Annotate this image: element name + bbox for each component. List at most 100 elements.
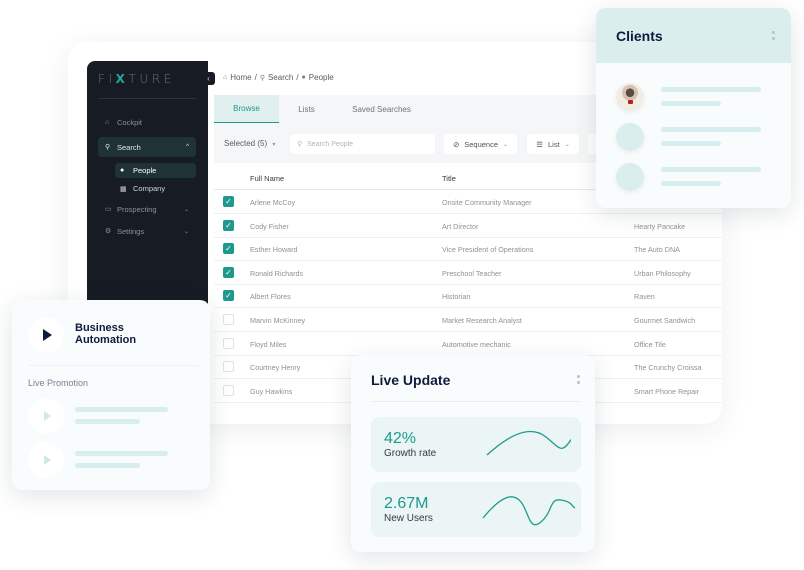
sequence-button[interactable]: ⊘ Sequence ⌄ [444, 134, 517, 154]
business-automation-title: Business Automation [75, 322, 137, 346]
row-checkbox[interactable]: ✓ [223, 290, 234, 302]
stat-new-users: 2.67M New Users [371, 482, 581, 537]
chevron-down-icon: ⌄ [183, 228, 189, 235]
chevron-down-icon: ⌄ [564, 141, 570, 148]
sidebar-item-search[interactable]: ⚲ Search ^ [98, 137, 196, 157]
cell-title: Vice President of Operations [442, 245, 534, 255]
breadcrumb-home[interactable]: Home [230, 73, 251, 82]
cell-full-name: Floyd Miles [250, 339, 287, 349]
table-row[interactable]: ✓ Albert Flores Historian Raven [214, 284, 722, 309]
cell-title: Preschool Teacher [442, 268, 502, 278]
row-checkbox[interactable]: ✓ [223, 196, 234, 207]
play-button[interactable] [28, 442, 64, 478]
cell-full-name: Ronald Richards [250, 268, 304, 278]
cell-full-name: Arlene McCoy [250, 198, 296, 207]
cell-title: Automotive mechanic [442, 339, 511, 349]
play-icon [43, 329, 52, 341]
tab-saved-searches[interactable]: Saved Searches [339, 95, 424, 123]
search-icon: ⚲ [259, 74, 265, 82]
table-row[interactable]: ✓ Ronald Richards Preschool Teacher Urban P… [214, 261, 722, 285]
cell-title: Art Director [442, 221, 479, 231]
breadcrumb-search[interactable]: Search [268, 73, 293, 82]
stat-value: 42% [384, 430, 417, 447]
cell-company: Urban Philosophy [634, 268, 691, 278]
tab-browse[interactable]: Browse [214, 95, 279, 123]
breadcrumb-people: People [308, 73, 334, 82]
sidebar-subitem-people[interactable]: ● People [115, 163, 196, 178]
play-button[interactable] [28, 317, 64, 353]
tab-label: Lists [298, 104, 315, 114]
search-icon: ⚲ [105, 144, 111, 151]
tab-lists[interactable]: Lists [279, 95, 334, 123]
logo-text-end: TURE [128, 72, 175, 86]
breadcrumb-separator: / [296, 73, 299, 82]
list-icon: ☰ [536, 139, 544, 149]
client-item[interactable] [616, 163, 776, 191]
play-button[interactable] [28, 398, 64, 434]
skeleton-line [75, 463, 140, 468]
stat-label: New Users [384, 513, 433, 524]
list-button[interactable]: ☰ List ⌄ [527, 134, 579, 154]
cell-full-name: Courtney Henry [250, 363, 301, 373]
skeleton-line [75, 407, 168, 412]
stat-label: Growth rate [384, 448, 437, 459]
sidebar-item-prospecting[interactable]: ▭ Prospecting ⌄ [98, 199, 196, 219]
table-row[interactable]: Floyd Miles Automotive mechanic Office Til… [214, 332, 722, 356]
breadcrumb: ⌂ Home / ⚲ Search / ● People [223, 73, 334, 82]
chevron-down-icon: ⌄ [183, 206, 189, 213]
row-checkbox[interactable] [223, 337, 234, 349]
skeleton-line [661, 127, 761, 132]
cell-company: The Crunchy Croissa [634, 363, 702, 373]
cell-company: Hearty Pancake [634, 221, 686, 231]
chevron-down-icon: ⌄ [503, 141, 509, 148]
client-item[interactable] [616, 83, 776, 111]
cell-company: Raven [634, 292, 655, 302]
sidebar-subitem-company[interactable]: ▦ Company [115, 181, 196, 196]
list-label: List [548, 139, 560, 149]
sequence-label: Sequence [464, 139, 499, 149]
cell-company: Office Tile [634, 339, 666, 349]
table-row[interactable]: ✓ Esther Howard Vice President of Operatio… [214, 237, 722, 262]
chevron-left-icon: ‹ [207, 74, 210, 83]
search-input[interactable]: ⚲ Search People [290, 134, 435, 154]
business-automation-card: Business Automation Live Promotion [12, 300, 210, 490]
cell-full-name: Guy Hawkins [250, 386, 293, 396]
table-row[interactable]: ✓ Cody Fisher Art Director Hearty Pancake [214, 214, 722, 238]
skeleton-line [661, 167, 761, 172]
kebab-menu-icon[interactable] [772, 31, 775, 40]
logo-divider [98, 98, 196, 99]
row-checkbox[interactable] [223, 314, 234, 325]
search-icon: ⚲ [297, 141, 303, 148]
collapse-sidebar-button[interactable]: ‹ [202, 72, 215, 85]
selected-dropdown[interactable]: Selected (5) ▾ [224, 139, 275, 148]
caret-down-icon: ▾ [272, 142, 276, 148]
kebab-menu-icon[interactable] [577, 375, 580, 384]
skeleton-line [75, 451, 168, 456]
sidebar-item-cockpit[interactable]: ⌂ Cockpit [98, 112, 196, 132]
row-checkbox[interactable] [223, 384, 234, 396]
sidebar-item-label: Cockpit [117, 117, 143, 127]
column-full-name[interactable]: Full Name [250, 174, 284, 183]
stat-growth-rate: 42% Growth rate [371, 417, 581, 472]
gear-icon: ⚙ [105, 228, 112, 235]
logo-x-mark: X [115, 72, 129, 86]
cell-title: Onsite Community Manager [442, 198, 532, 207]
client-item[interactable] [616, 123, 776, 151]
clients-card-header: Clients [596, 8, 791, 63]
briefcase-icon: ▭ [105, 206, 112, 213]
skeleton-line [661, 101, 721, 106]
sparkline-path [482, 496, 576, 526]
logo-text-start: FI [98, 72, 116, 86]
table-row[interactable]: Marvin McKinney Market Research Analyst Go… [214, 308, 722, 332]
row-checkbox[interactable]: ✓ [223, 219, 234, 231]
row-checkbox[interactable]: ✓ [223, 266, 234, 278]
breadcrumb-separator: / [254, 73, 257, 82]
row-checkbox[interactable] [223, 361, 234, 373]
sidebar-item-settings[interactable]: ⚙ Settings ⌄ [98, 221, 196, 241]
column-title[interactable]: Title [442, 174, 456, 183]
skeleton-line [75, 419, 140, 424]
home-icon: ⌂ [223, 74, 228, 81]
row-checkbox[interactable]: ✓ [223, 243, 234, 255]
home-icon: ⌂ [105, 118, 110, 126]
skeleton-line [661, 87, 761, 92]
